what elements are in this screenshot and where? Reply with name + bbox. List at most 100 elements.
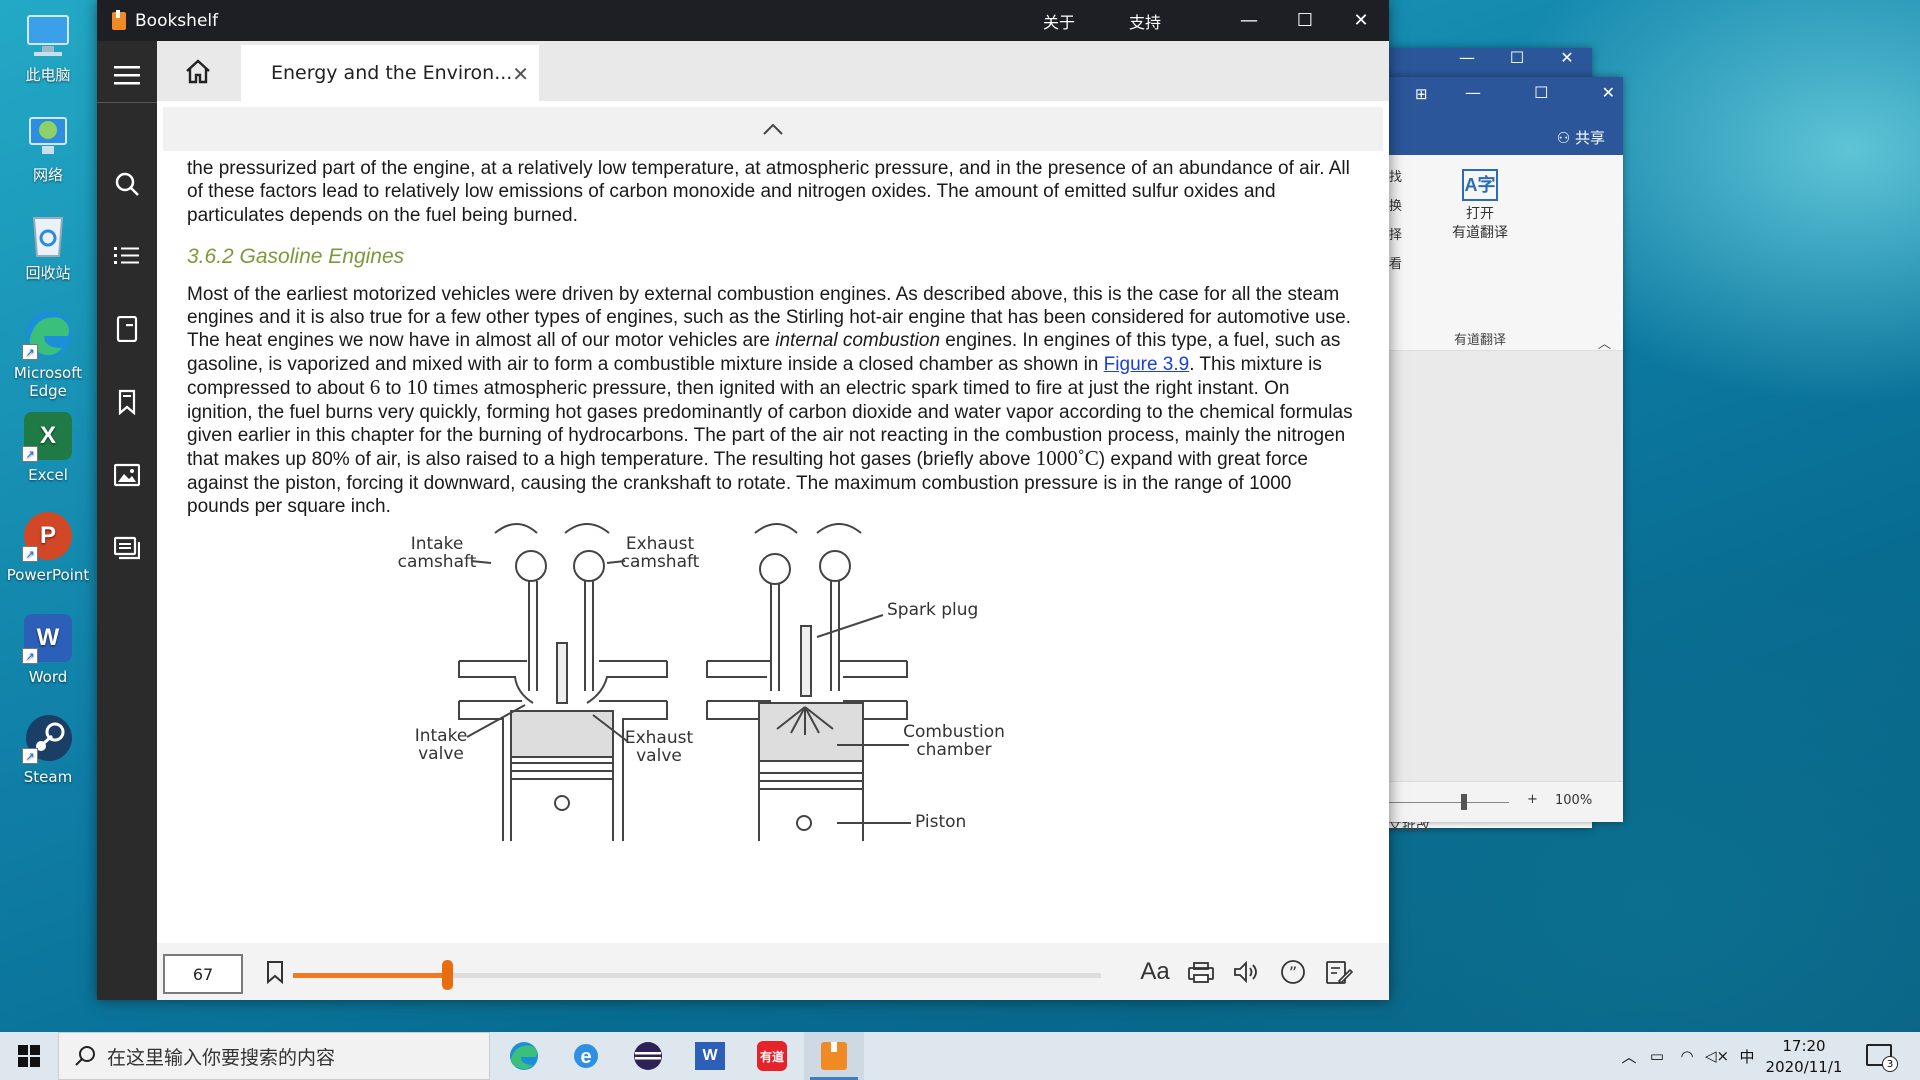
- chevron-up-icon[interactable]: ︿: [1616, 1046, 1642, 1067]
- close-icon: ✕: [1353, 10, 1369, 31]
- minimize-button[interactable]: —: [1221, 0, 1277, 41]
- figure-link[interactable]: Figure 3.9: [1104, 354, 1190, 375]
- read-aloud-button[interactable]: [1227, 953, 1267, 991]
- zoom-slider-thumb[interactable]: [1461, 794, 1467, 810]
- figure-label: valve: [418, 744, 464, 764]
- bookmark-page-button[interactable]: [255, 953, 295, 991]
- math: 6: [369, 375, 381, 400]
- bookmarks-button[interactable]: [97, 378, 157, 426]
- taskbar-word[interactable]: W: [680, 1032, 740, 1080]
- page-progress-slider[interactable]: [293, 960, 1101, 990]
- network-icon: [22, 110, 74, 162]
- battery-icon[interactable]: ▭: [1642, 1047, 1672, 1065]
- wifi-icon[interactable]: ◠: [1672, 1047, 1702, 1065]
- notes-button[interactable]: [97, 524, 157, 572]
- desktop-icon-recycle-bin[interactable]: 回收站: [6, 208, 90, 282]
- youdao-icon: 有道: [757, 1041, 787, 1071]
- close-button[interactable]: ✕: [1333, 0, 1389, 41]
- font-settings-button[interactable]: Aa: [1135, 953, 1175, 991]
- taskbar-youdao[interactable]: 有道: [742, 1032, 802, 1080]
- minimize-icon[interactable]: —: [1442, 48, 1492, 76]
- maximize-icon[interactable]: ☐: [1492, 48, 1542, 76]
- ribbon-display-icon[interactable]: ⊞: [1415, 85, 1428, 103]
- translate-icon: A字: [1462, 169, 1498, 201]
- taskbar-eclipse[interactable]: [618, 1032, 678, 1080]
- figure-label: camshaft: [398, 552, 477, 572]
- figure-label: Intake: [411, 534, 464, 554]
- minimize-icon[interactable]: —: [1465, 83, 1481, 102]
- close-icon[interactable]: ✕: [1602, 83, 1615, 102]
- desktop-icon-label: 此电脑: [25, 66, 71, 84]
- progress-thumb[interactable]: [441, 960, 453, 990]
- search-button[interactable]: [97, 160, 157, 208]
- desktop-icon-steam[interactable]: ↗ Steam: [6, 712, 90, 786]
- figures-button[interactable]: [97, 451, 157, 499]
- word-icon: W ↗: [22, 612, 74, 664]
- ribbon-item[interactable]: 看: [1389, 250, 1402, 279]
- print-button[interactable]: [1181, 953, 1221, 991]
- menu-button[interactable]: [97, 47, 157, 103]
- contents-button[interactable]: [97, 232, 157, 280]
- bookmark-icon: [118, 389, 136, 415]
- desktop-icon-network[interactable]: 网络: [6, 110, 90, 184]
- action-center-button[interactable]: 3: [1866, 1044, 1898, 1072]
- notebook-icon: [116, 316, 138, 342]
- math: 1000˚C: [1035, 446, 1099, 471]
- volume-muted-icon[interactable]: ◁×: [1702, 1047, 1732, 1065]
- background-word-window[interactable]: ⊞ — ☐ ✕ ⚇ 共享 找 换 择 看 A字 打开 有道翻译 有道翻译 ︿ +…: [1385, 77, 1623, 822]
- chevron-up-icon: [763, 123, 783, 135]
- page-number-input[interactable]: 67: [163, 954, 243, 994]
- book-content: the pressurized part of the engine, at a…: [187, 147, 1357, 519]
- close-icon[interactable]: ✕: [1542, 48, 1592, 76]
- list-icon: [114, 247, 139, 264]
- exit-book-button[interactable]: [97, 989, 157, 1000]
- ribbon-item[interactable]: 换: [1389, 192, 1402, 221]
- collapse-ribbon-icon[interactable]: ︿: [1598, 333, 1611, 352]
- taskbar: 在这里输入你要搜索的内容 e W 有道 ︿ ▭ ◠ ◁× 中 17:20 202…: [0, 1032, 1920, 1080]
- close-tab-icon[interactable]: ✕: [512, 62, 529, 86]
- chat-icon: [114, 536, 140, 560]
- previous-page-button[interactable]: [163, 107, 1383, 151]
- ribbon-item[interactable]: 择: [1389, 221, 1402, 250]
- system-tray: ︿ ▭ ◠ ◁× 中: [1616, 1032, 1762, 1080]
- zoom-level[interactable]: 100%: [1555, 793, 1592, 808]
- taskbar-edge[interactable]: [494, 1032, 554, 1080]
- desktop-icon-powerpoint[interactable]: P ↗ PowerPoint: [6, 510, 90, 584]
- desktop-icon-word[interactable]: W ↗ Word: [6, 612, 90, 686]
- taskbar-search[interactable]: 在这里输入你要搜索的内容: [58, 1032, 490, 1080]
- tab-label: Energy and the Environ...: [271, 62, 513, 84]
- paragraph: the pressurized part of the engine, at a…: [187, 158, 1350, 226]
- word-icon: W: [695, 1042, 725, 1070]
- maximize-icon[interactable]: ☐: [1534, 83, 1548, 102]
- start-button[interactable]: [0, 1032, 58, 1080]
- figure-label: camshaft: [621, 552, 700, 572]
- citation-button[interactable]: ”: [1273, 953, 1313, 991]
- about-menu[interactable]: 关于: [1043, 9, 1075, 33]
- desktop-icon-excel[interactable]: X ↗ Excel: [6, 410, 90, 484]
- notes-edit-button[interactable]: [1319, 953, 1359, 991]
- clock[interactable]: 17:20 2020/11/1: [1754, 1036, 1854, 1078]
- open-youdao-translate-button[interactable]: A字 打开 有道翻译: [1440, 161, 1520, 243]
- desktop-icon-this-pc[interactable]: 此电脑: [6, 10, 90, 84]
- shortcut-arrow-icon: ↗: [22, 748, 38, 764]
- computer-icon: [22, 10, 74, 62]
- ribbon-item[interactable]: 找: [1389, 163, 1402, 192]
- figure-label: Intake: [415, 726, 468, 746]
- zoom-in-icon[interactable]: +: [1527, 792, 1538, 807]
- text-run: to: [380, 378, 407, 400]
- bottom-toolbar: 67 Aa ”: [157, 943, 1389, 1000]
- taskbar-bookshelf[interactable]: [804, 1032, 864, 1080]
- tab-book[interactable]: Energy and the Environ... ✕: [241, 45, 539, 101]
- home-button[interactable]: [157, 41, 239, 101]
- taskbar-ie[interactable]: e: [556, 1032, 616, 1080]
- bookshelf-logo-icon: [112, 9, 126, 30]
- minimize-icon: —: [1240, 10, 1258, 31]
- desktop-icon-label: 网络: [32, 166, 63, 184]
- search-icon: [75, 1046, 95, 1066]
- image-icon: [114, 463, 140, 487]
- maximize-button[interactable]: ☐: [1277, 0, 1333, 41]
- desktop-icon-edge[interactable]: ↗ Microsoft Edge: [6, 308, 90, 400]
- notebook-button[interactable]: [97, 305, 157, 353]
- share-button[interactable]: ⚇ 共享: [1557, 127, 1605, 148]
- support-menu[interactable]: 支持: [1129, 9, 1161, 33]
